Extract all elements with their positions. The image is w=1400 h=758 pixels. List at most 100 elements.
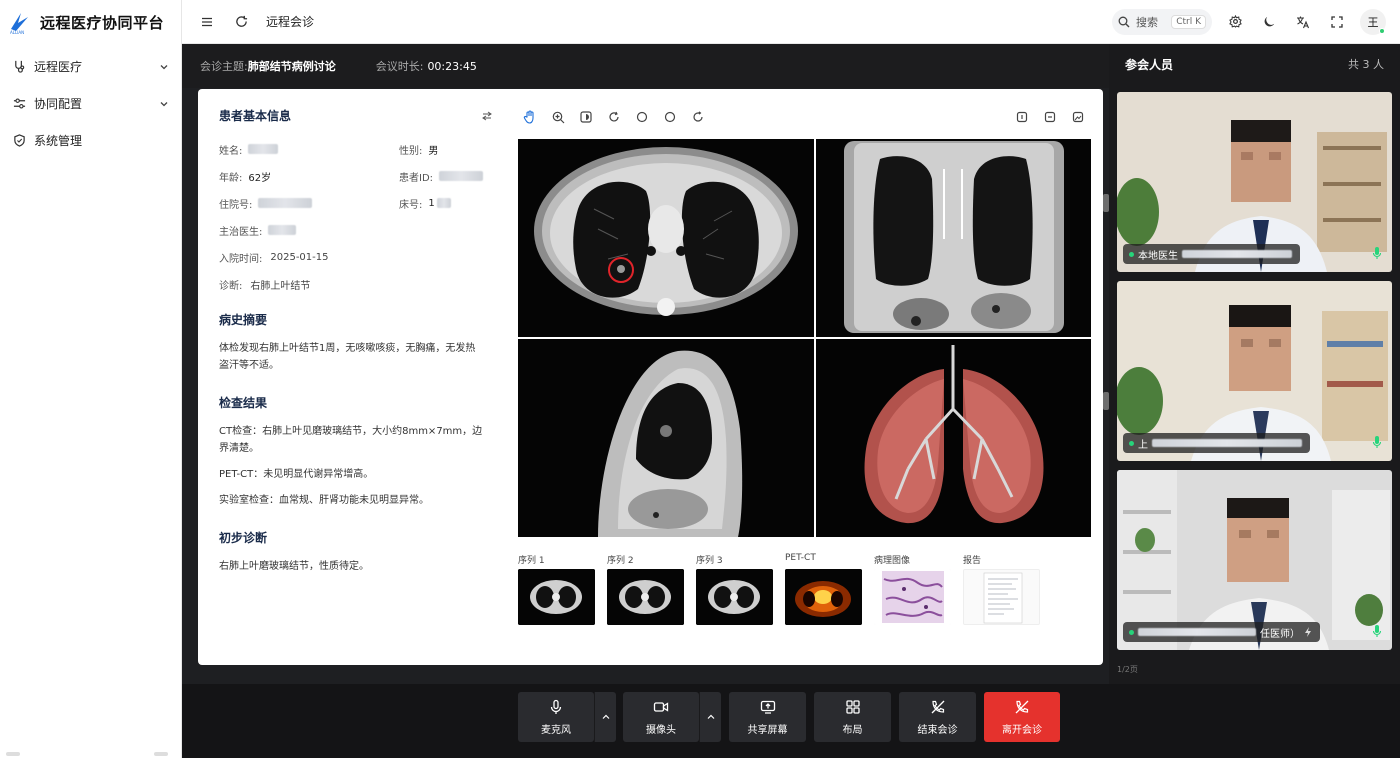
sidebar-item-collab-config[interactable]: 协同配置 [0, 85, 181, 122]
thumbnail-label: 报告 [963, 556, 982, 566]
viewport-sagittal[interactable] [518, 339, 814, 537]
refresh-icon [235, 15, 247, 27]
refresh-button[interactable] [230, 11, 252, 33]
square-icon [1016, 111, 1028, 123]
field-label: 入院时间: [219, 253, 263, 265]
thumbnail-pet-ct[interactable]: PET-CT [785, 553, 862, 643]
thumbnail-label: 序列 2 [607, 556, 634, 566]
thumbnail-report[interactable]: 报告 [963, 553, 1040, 643]
panel-resize-handle[interactable] [1103, 194, 1109, 212]
field-bed: 床号: 1 [399, 196, 499, 211]
sidebar-item-system-admin[interactable]: 系统管理 [0, 122, 181, 159]
sidebar-item-telemedicine[interactable]: 远程医疗 [0, 48, 181, 85]
redacted-name [1138, 628, 1256, 636]
thumbnail-image [518, 569, 595, 625]
layout-grid-button[interactable] [1042, 109, 1058, 125]
control-label: 共享屏幕 [747, 724, 788, 736]
viewer-toolbar-right [1014, 109, 1090, 125]
layout-button[interactable]: 布局 [814, 692, 891, 742]
image-icon [1072, 111, 1084, 123]
topbar: 远程会诊 搜索 Ctrl K 王 [182, 0, 1400, 44]
reset-tool-button[interactable] [690, 109, 706, 125]
control-label: 离开会诊 [1002, 724, 1042, 736]
stethoscope-icon [12, 60, 26, 74]
microphone-icon [550, 699, 562, 714]
hand-icon [523, 110, 534, 124]
menu-icon [202, 17, 212, 26]
redacted-value [439, 171, 484, 181]
participant-name-tag: 本地医生 [1123, 244, 1300, 264]
meeting-topic: 肺部结节病例讨论 [247, 60, 336, 73]
field-gender: 性别: 男 [399, 142, 499, 157]
topic-label: 会诊主题: [200, 60, 248, 73]
series-thumbnails: 序列 1 序列 2 序列 3 PET-CT 病理图像 报告 [518, 553, 1090, 643]
brand: ALLIAN 远程医疗协同平台 [0, 0, 181, 44]
microphone-icon [1372, 625, 1382, 637]
window-level-tool-button[interactable] [578, 109, 594, 125]
online-status-dot [1379, 27, 1385, 34]
collapse-icon[interactable] [481, 110, 493, 122]
thumbnail-series-3[interactable]: 序列 3 [696, 553, 773, 643]
microphone-options-button[interactable] [594, 692, 616, 742]
language-button[interactable] [1292, 11, 1314, 33]
participants-header: 参会人员 共 3 人 [1109, 44, 1400, 84]
prelim-text: 右肺上叶磨玻璃结节，性质待定。 [219, 561, 369, 572]
thumbnail-pathology[interactable]: 病理图像 [874, 553, 951, 643]
circle-icon [664, 111, 676, 123]
camera-button[interactable]: 摄像头 [623, 692, 699, 742]
thumbnail-image [607, 569, 684, 625]
meeting-controls: 麦克风 摄像头 共享屏幕 布局 结束会诊 离开会诊 [182, 684, 1400, 758]
redacted-name [1182, 250, 1292, 258]
field-label: 姓名: [219, 145, 243, 157]
sagittal-ct-image [518, 339, 814, 537]
search-shortcut-badge: Ctrl K [1171, 14, 1206, 29]
dark-mode-button[interactable] [1258, 11, 1280, 33]
microphone-button[interactable]: 麦克风 [518, 692, 594, 742]
duration-label: 会议时长: [375, 60, 424, 73]
viewer-toolbar [518, 105, 1090, 129]
viewport-coronal[interactable] [816, 139, 1091, 337]
ellipse-tool-button[interactable] [634, 109, 650, 125]
snapshot-button[interactable] [1070, 109, 1086, 125]
rotate-tool-button[interactable] [606, 109, 622, 125]
field-label: 诊断: [219, 280, 243, 292]
field-label: 住院号: [219, 199, 253, 211]
pan-tool-button[interactable] [522, 109, 538, 125]
menu-toggle-button[interactable] [196, 11, 218, 33]
field-value: 1 [428, 197, 435, 209]
sidebar: ALLIAN 远程医疗协同平台 远程医疗 协同配置 系统管理 [0, 0, 182, 758]
fullscreen-button[interactable] [1326, 11, 1348, 33]
video-camera-icon [653, 701, 669, 712]
end-consultation-button[interactable]: 结束会诊 [899, 692, 976, 742]
viewport-3d[interactable] [816, 339, 1091, 537]
participant-video-2[interactable]: 上 [1117, 281, 1392, 461]
thumbnail-series-1[interactable]: 序列 1 [518, 553, 595, 643]
camera-options-button[interactable] [699, 692, 721, 742]
participant-name: 本地医生 [1138, 250, 1178, 262]
lung-3d-render [816, 339, 1091, 537]
user-avatar[interactable]: 王 [1360, 8, 1386, 35]
redacted-value [436, 198, 451, 208]
roi-tool-button[interactable] [662, 109, 678, 125]
thumbnail-series-2[interactable]: 序列 2 [607, 553, 684, 643]
share-screen-button[interactable]: 共享屏幕 [729, 692, 806, 742]
field-label: 性别: [399, 145, 423, 157]
field-label: 患者ID: [399, 172, 434, 184]
thumbnail-label: PET-CT [785, 553, 816, 563]
search-input[interactable]: 搜索 Ctrl K [1112, 8, 1212, 35]
layout-single-button[interactable] [1014, 109, 1030, 125]
thumbnail-label: 病理图像 [874, 556, 911, 566]
viewport-axial[interactable] [518, 139, 814, 337]
patient-fields: 姓名: 性别: 男 年龄: 62岁 患者ID: 住院号: 床号: 1 [219, 142, 502, 211]
grid-icon [845, 699, 860, 714]
control-label: 麦克风 [541, 724, 571, 736]
settings-button[interactable] [1224, 11, 1246, 33]
field-value: 2025-01-15 [270, 251, 329, 263]
leave-consultation-button[interactable]: 离开会诊 [984, 692, 1060, 742]
participant-video-1[interactable]: 本地医生 [1117, 92, 1392, 272]
participant-video-3[interactable]: 任医师） [1117, 470, 1392, 650]
participants-panel: 参会人员 共 3 人 本地医生 上 任医师） [1109, 44, 1400, 684]
page-title: 远程会诊 [266, 15, 315, 29]
zoom-tool-button[interactable] [550, 109, 566, 125]
panel-resize-handle[interactable] [1103, 392, 1109, 410]
